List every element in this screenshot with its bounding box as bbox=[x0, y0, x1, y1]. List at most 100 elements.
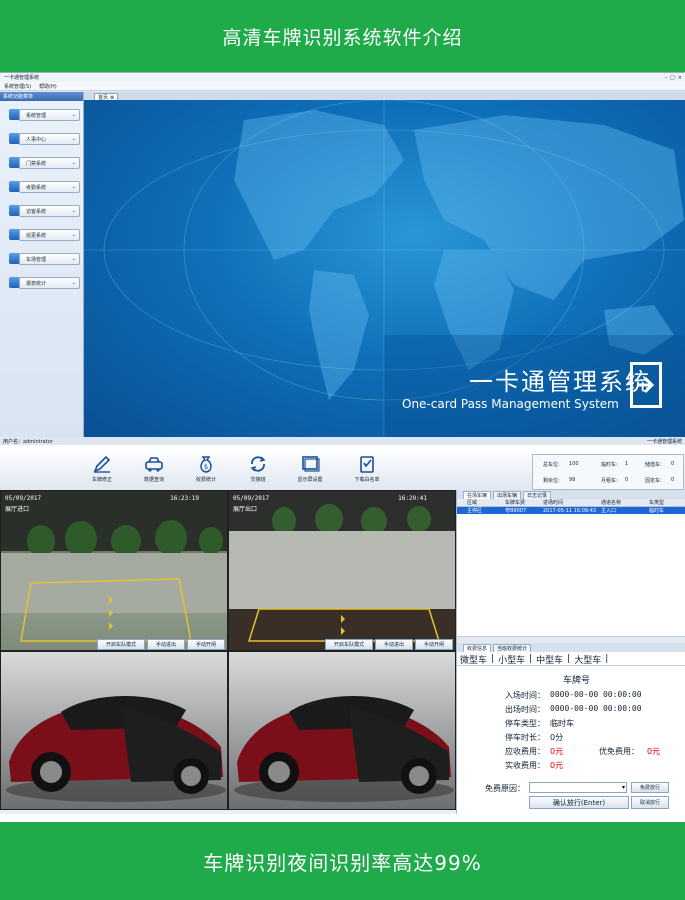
temp-car-value: 1 bbox=[625, 461, 629, 467]
storage-car-label: 储值车: bbox=[645, 462, 662, 468]
due-fee-label: 应收费用： bbox=[505, 747, 545, 756]
sidebar-item-label: 系统管理 bbox=[26, 112, 47, 119]
exit-manual-pass-button[interactable]: 手动进出 bbox=[375, 639, 413, 650]
tab-log[interactable]: 日志记录 bbox=[523, 491, 552, 499]
sidebar-item-parking[interactable]: 车场管理 ⌄ bbox=[3, 247, 80, 269]
free-pass-button[interactable]: 免费放行 bbox=[631, 782, 669, 793]
paid-fee-value: 0元 bbox=[550, 761, 564, 770]
data-query-button[interactable]: 数据查询 bbox=[132, 454, 176, 488]
table-row[interactable]: 主停区 粤B9007 2017-05-11 16:09:43 主入口 临时车 bbox=[457, 507, 685, 514]
entrance-manual-pass-button[interactable]: 手动进出 bbox=[147, 639, 185, 650]
chevron-down-icon: ⌄ bbox=[71, 136, 76, 142]
sidebar-item-reports[interactable]: 报表统计 ⌄ bbox=[3, 271, 80, 293]
chevron-down-icon: ⌄ bbox=[71, 208, 76, 214]
exit-convoy-mode-button[interactable]: 开启车队模式 bbox=[325, 639, 373, 650]
remaining-spaces-value: 99 bbox=[569, 477, 576, 483]
refresh-icon bbox=[250, 456, 266, 472]
chevron-down-icon: ▾ bbox=[621, 784, 625, 791]
fixed-car-value: 0 bbox=[671, 477, 675, 483]
download-whitelist-button[interactable]: 下载白名单 bbox=[345, 454, 389, 488]
column-header[interactable]: 区域 bbox=[457, 499, 505, 506]
records-scrollbar[interactable] bbox=[457, 636, 685, 643]
welcome-hero: 一卡通管理系统 One-card Pass Management System bbox=[84, 100, 685, 437]
shift-handover-button[interactable]: 交接班 bbox=[236, 454, 280, 488]
table-header: 区域 车牌车费 进场时间 通道名称 车类型 bbox=[457, 499, 685, 507]
tab-parked-vehicles[interactable]: 在场车辆 bbox=[463, 491, 492, 499]
plate-number-label: 车牌号 bbox=[563, 676, 591, 686]
toolbar-label: 下载白名单 bbox=[354, 477, 380, 483]
status-user: 用户名：admintrator bbox=[3, 438, 53, 445]
records-table: 区域 车牌车费 进场时间 通道名称 车类型 主停区 粤B9007 2017-05… bbox=[457, 499, 685, 514]
exit-label: 展厅出口 bbox=[233, 506, 258, 513]
exit-manual-open-button[interactable]: 手动开闸 bbox=[415, 639, 453, 650]
storage-car-value: 0 bbox=[671, 461, 675, 467]
sidebar-item-attendance[interactable]: 考勤系统 ⌄ bbox=[3, 175, 80, 197]
sidebar-item-hr[interactable]: 人事中心 ⌄ bbox=[3, 127, 80, 149]
menubar: 系统管理(S) 帮助(H) bbox=[0, 82, 685, 91]
cancel-pass-button[interactable]: 取消放行 bbox=[631, 796, 669, 809]
display-settings-button[interactable]: 显示屏设置 bbox=[288, 454, 332, 488]
free-reason-select[interactable]: ▾ bbox=[529, 782, 627, 793]
temp-car-label: 临时车: bbox=[601, 462, 618, 468]
entrance-convoy-mode-button[interactable]: 开启车队模式 bbox=[97, 639, 145, 650]
tab-strip: 首页 ⊗ bbox=[84, 92, 685, 101]
exit-time: 16:20:41 bbox=[398, 495, 427, 502]
column-header[interactable]: 车牌车费 bbox=[505, 499, 543, 506]
column-header[interactable]: 车类型 bbox=[649, 499, 683, 506]
discount-fee-value: 0元 bbox=[647, 747, 661, 756]
monthly-car-value: 0 bbox=[625, 477, 629, 483]
status-bar: 用户名：admintrator 一卡通管理系统 bbox=[0, 437, 685, 445]
chevron-down-icon: ⌄ bbox=[71, 160, 76, 166]
sidebar-item-access[interactable]: 门禁系统 ⌄ bbox=[3, 151, 80, 173]
exit-time-label: 出场时间： bbox=[505, 705, 545, 714]
lot-stats: 总车位: 100 临时车: 1 储值车: 0 剩余位: 99 月租车: 0 固定… bbox=[532, 454, 684, 490]
column-header[interactable]: 进场时间 bbox=[543, 499, 601, 506]
due-fee-value: 0元 bbox=[550, 747, 564, 756]
sidebar-item-visitor[interactable]: 访客系统 ⌄ bbox=[3, 199, 80, 221]
total-spaces-value: 100 bbox=[569, 461, 579, 467]
pen-icon bbox=[93, 455, 111, 473]
vehicle-type-mini[interactable]: 微型车 bbox=[460, 653, 487, 666]
money-bag-icon: $ bbox=[200, 456, 212, 473]
vehicle-type-small[interactable]: 小型车 bbox=[498, 653, 525, 666]
fee-stats-button[interactable]: $ 收费统计 bbox=[184, 454, 228, 488]
sidebar-item-label: 车场管理 bbox=[26, 256, 47, 263]
toolbar-label: 显示屏设置 bbox=[297, 477, 323, 483]
vehicle-type-large[interactable]: 大型车 bbox=[574, 653, 601, 666]
parking-type-label: 停车类型： bbox=[505, 719, 545, 728]
table-cell: 主停区 bbox=[467, 508, 483, 514]
chevron-down-icon: ⌄ bbox=[71, 256, 76, 262]
entrance-manual-open-button[interactable]: 手动开闸 bbox=[187, 639, 225, 650]
exit-icon[interactable] bbox=[630, 362, 662, 408]
exit-camera-view: 05/09/2017 16:20:41 展厅出口 开启车队模式 手动进出 手动开… bbox=[228, 490, 456, 651]
download-list-icon bbox=[360, 456, 374, 473]
remaining-spaces-label: 剩余位: bbox=[543, 478, 560, 484]
toolbar-label: 数据查询 bbox=[143, 477, 164, 483]
entrance-snapshot bbox=[0, 651, 228, 810]
plate-correction-button[interactable]: 车牌修正 bbox=[80, 454, 124, 488]
table-cell: 2017-05-11 16:09:43 bbox=[543, 507, 597, 514]
sidebar-item-label: 人事中心 bbox=[26, 136, 47, 143]
column-header[interactable]: 通道名称 bbox=[601, 499, 649, 506]
tab-fee-info[interactable]: 收费信息 bbox=[463, 644, 492, 652]
sidebar-item-patrol[interactable]: 巡更系统 ⌄ bbox=[3, 223, 80, 245]
menu-help[interactable]: 帮助(H) bbox=[39, 83, 57, 90]
sidebar-item-label: 报表统计 bbox=[26, 280, 47, 287]
sidebar-item-label: 考勤系统 bbox=[26, 184, 47, 191]
entrance-date: 05/09/2017 bbox=[5, 495, 42, 502]
fixed-car-label: 固定车: bbox=[645, 478, 662, 484]
screen-icon bbox=[302, 456, 320, 472]
bottom-banner-text: 车牌识别夜间识别率高达99% bbox=[203, 850, 482, 875]
confirm-pass-button[interactable]: 确认放行(Enter) bbox=[529, 796, 629, 809]
menu-system[interactable]: 系统管理(S) bbox=[4, 83, 31, 90]
minimize-icon[interactable]: – bbox=[665, 75, 668, 81]
fee-panel: 收费信息 当班收费统计 微型车 | 小型车 | 中型车 | 大型车 | 车牌号 入场时间… bbox=[456, 643, 685, 814]
maximize-icon[interactable]: □ bbox=[670, 75, 675, 81]
tab-shift-fees[interactable]: 当班收费统计 bbox=[493, 644, 532, 652]
close-icon[interactable]: × bbox=[678, 75, 682, 81]
tab-exited-vehicles[interactable]: 出场车辆 bbox=[493, 491, 522, 499]
sidebar-item-system[interactable]: 系统管理 ⌄ bbox=[3, 103, 80, 125]
vehicle-type-medium[interactable]: 中型车 bbox=[536, 653, 563, 666]
entry-time-label: 入场时间： bbox=[505, 691, 545, 700]
top-banner: 高清车牌识别系统软件介绍 bbox=[0, 0, 685, 72]
